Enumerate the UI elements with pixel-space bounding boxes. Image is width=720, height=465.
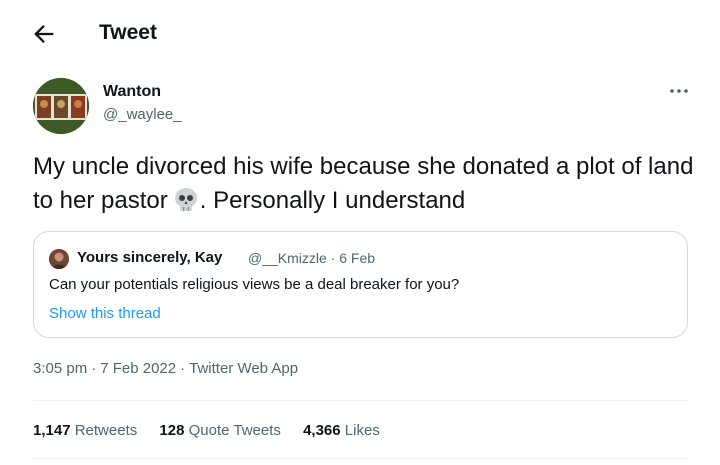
tweet-text-part2: . Personally I understand [199,187,466,214]
more-icon [670,89,688,93]
quote-author-handle: @__Kmizzle [248,250,327,266]
separator: · [180,360,186,377]
tweet-date[interactable]: 7 Feb 2022 [100,360,176,377]
quoted-tweet-card[interactable]: Yours sincerely, Kay @__Kmizzle · 6 Feb … [33,231,688,338]
divider [33,458,688,459]
quote-meta: @__Kmizzle · 6 Feb [248,250,375,266]
author-handle[interactable]: @_waylee_ [103,106,182,123]
quote-date: 6 Feb [339,250,376,266]
more-options-button[interactable] [664,80,694,102]
likes-stat[interactable]: 4,366 Likes [303,422,380,439]
avatar[interactable] [33,78,89,134]
quote-tweets-count: 128 [159,422,185,439]
quote-avatar [49,249,69,269]
avatar-image [33,78,89,134]
likes-count: 4,366 [303,422,341,439]
back-button[interactable] [30,20,58,48]
quote-text: Can your potentials religious views be a… [49,276,460,293]
separator: · [91,360,97,377]
retweets-stat[interactable]: 1,147 Retweets [33,422,137,439]
quote-tweets-stat[interactable]: 128 Quote Tweets [159,422,280,439]
divider [33,400,688,401]
tweet-time[interactable]: 3:05 pm [33,360,87,377]
separator: · [326,250,340,266]
quote-tweets-label: Quote Tweets [188,422,281,439]
arrow-left-icon [34,25,54,43]
likes-label: Likes [344,422,380,439]
header: Tweet [0,0,720,68]
skull-icon [172,187,200,213]
quote-author-name: Yours sincerely, Kay [77,249,223,266]
show-thread-link[interactable]: Show this thread [49,305,161,322]
retweets-count: 1,147 [33,422,71,439]
tweet-text: My uncle divorced his wife because she d… [33,150,703,218]
page-title: Tweet [99,21,157,44]
retweets-label: Retweets [74,422,138,439]
author-name[interactable]: Wanton [103,83,161,101]
source-app-link[interactable]: Twitter Web App [189,360,298,377]
tweet-stats: 1,147 Retweets 128 Quote Tweets 4,366 Li… [33,422,398,439]
tweet-timestamp: 3:05 pm · 7 Feb 2022 · Twitter Web App [33,360,298,377]
